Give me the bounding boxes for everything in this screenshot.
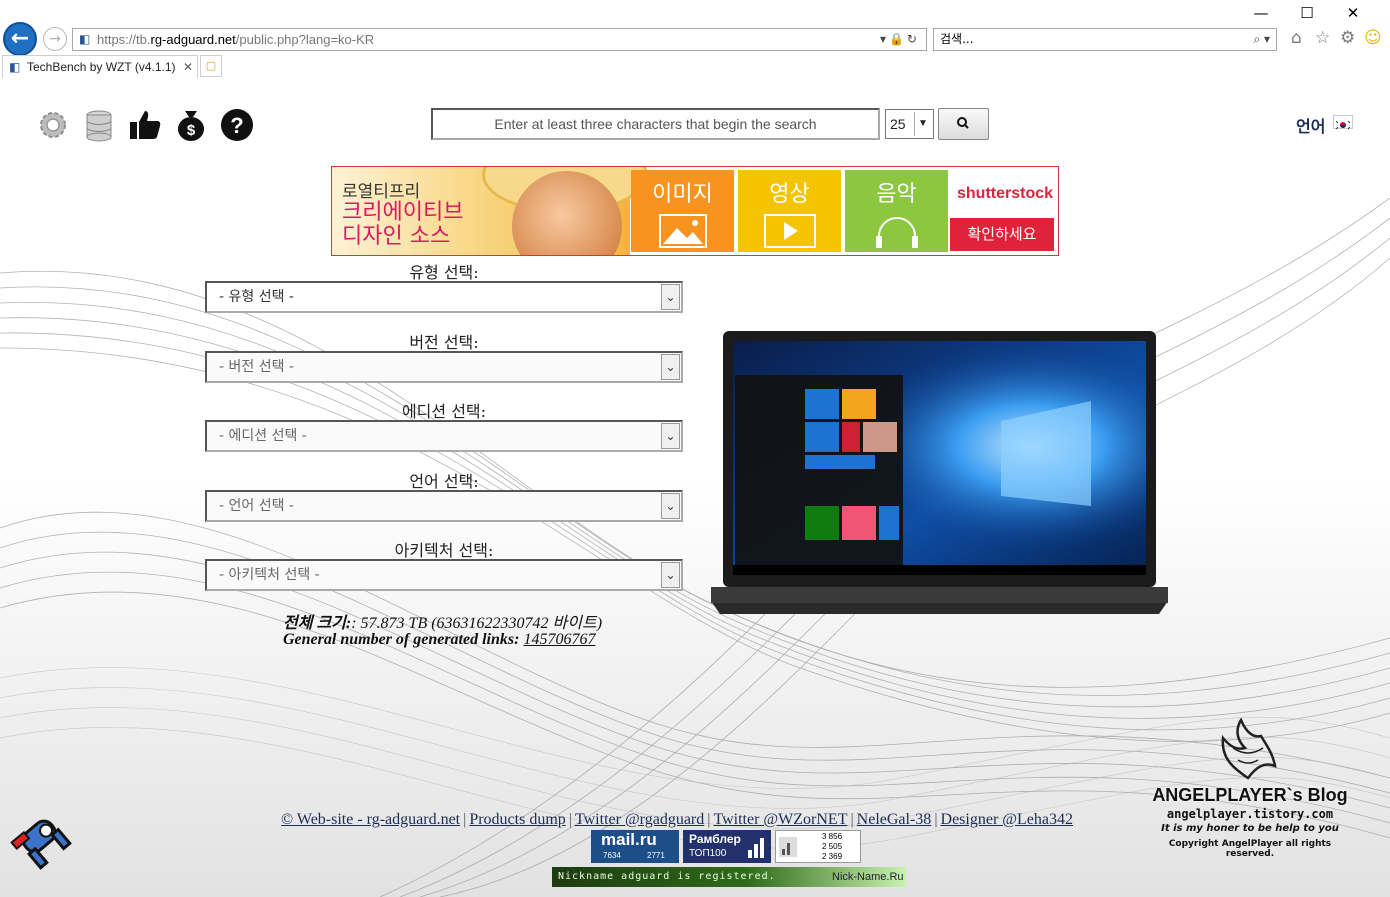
version-select[interactable]: - 버전 선택 - ⌄ xyxy=(205,351,683,383)
favorites-star-icon[interactable]: ☆ xyxy=(1315,28,1330,48)
counter-chart-icon xyxy=(779,837,797,857)
rambler-top100-counter[interactable]: Рамблер ТОП100 xyxy=(683,830,771,863)
windows-laptop-image xyxy=(711,331,1168,614)
footer-link-nelegal[interactable]: NeleGal-38 xyxy=(857,811,932,828)
back-button[interactable]: ← xyxy=(3,22,37,56)
footer-link-products-dump[interactable]: Products dump xyxy=(469,811,565,828)
liveinternet-counter[interactable]: 3 856 2 505 2 369 xyxy=(775,830,861,863)
edition-select[interactable]: - 에디션 선택 - ⌄ xyxy=(205,420,683,452)
chevron-down-icon: ⌄ xyxy=(661,493,680,519)
edition-select-label: 에디션 선택: xyxy=(401,402,487,421)
banner-tile-music[interactable]: 음악 xyxy=(845,170,948,252)
browser-chrome: — ☐ ✕ ← → ◧ https://tb.rg-adguard.net/publ… xyxy=(0,0,1390,78)
shutterstock-ad-banner[interactable]: 로열티프리 크리에이티브 디자인 소스 이미지 영상 음악 shutterstoc… xyxy=(331,166,1059,256)
angelplayer-blog-signature: ANGELPLAYER`s Blog angelplayer.tistory.c… xyxy=(1145,718,1355,859)
home-icon[interactable]: ⌂ xyxy=(1291,28,1302,48)
language-select[interactable]: - 언어 선택 - ⌄ xyxy=(205,490,683,522)
angel-wings-logo-icon xyxy=(1221,718,1277,780)
search-icon xyxy=(957,117,969,129)
mailru-counter[interactable]: mail.ru 7634 2771 xyxy=(591,830,679,863)
bar-chart-icon xyxy=(748,838,764,858)
tab-title: TechBench by WZT (v4.1.1) xyxy=(27,60,176,74)
maximize-icon[interactable]: ☐ xyxy=(1284,4,1330,22)
database-icon[interactable] xyxy=(81,107,117,143)
chevron-down-icon: ⌄ xyxy=(661,354,680,380)
window-controls: — ☐ ✕ xyxy=(1238,4,1376,22)
links-count-link[interactable]: 145706767 xyxy=(523,631,595,648)
chevron-down-icon: ⌄ xyxy=(661,562,680,588)
url-text: https://tb.rg-adguard.net/public.php?lan… xyxy=(97,32,375,47)
video-play-icon xyxy=(763,214,816,248)
results-count-select[interactable]: 25 ▼ xyxy=(885,109,934,139)
svg-text:$: $ xyxy=(187,122,196,139)
banner-tagline: 로열티프리 xyxy=(342,182,421,202)
chevron-down-icon: ⌄ xyxy=(661,284,680,310)
help-question-icon[interactable]: ? xyxy=(219,107,255,143)
banner-tile-video[interactable]: 영상 xyxy=(738,170,841,252)
shutterstock-logo: shutterstock xyxy=(957,185,1054,202)
footer-link-twitter-rgadguard[interactable]: Twitter @rgadguard xyxy=(575,811,704,828)
type-select-label: 유형 선택: xyxy=(409,263,479,282)
page-content: $ ? Enter at least three characters that… xyxy=(0,78,1390,897)
total-size-text: 전체 크기:: 57.873 TB (63631622330742 바이트) xyxy=(283,615,603,632)
smiley-feedback-icon[interactable]: ☺ xyxy=(1364,28,1382,48)
lock-refresh-icons[interactable]: ▾🔒↻ xyxy=(880,29,920,50)
headphones-icon xyxy=(875,217,918,248)
chevron-down-icon: ⌄ xyxy=(661,423,680,449)
banner-tile-images[interactable]: 이미지 xyxy=(631,170,734,252)
thumbs-up-icon[interactable] xyxy=(127,107,163,143)
generated-links-text: General number of generated links: 14570… xyxy=(283,631,596,648)
tab-favicon-icon: ◧ xyxy=(9,60,21,74)
footer-link-website[interactable]: © Web-site - rg-adguard.net xyxy=(281,811,460,828)
language-link[interactable]: 언어 xyxy=(1296,113,1325,137)
architecture-select-label: 아키텍처 선택: xyxy=(394,541,494,560)
korea-flag-icon[interactable] xyxy=(1333,115,1353,130)
version-select-label: 버전 선택: xyxy=(409,333,479,352)
browser-tab[interactable]: ◧ TechBench by WZT (v4.1.1) ✕ xyxy=(2,55,198,78)
footer-link-twitter-wzornet[interactable]: Twitter @WZorNET xyxy=(713,811,847,828)
svg-text:?: ? xyxy=(230,113,243,138)
browser-search-input[interactable]: 검색... ⌕ ▾ xyxy=(933,28,1277,51)
image-icon xyxy=(658,214,707,248)
footer-link-designer[interactable]: Designer @Leha342 xyxy=(941,811,1073,828)
architecture-select[interactable]: - 아키텍처 선택 - ⌄ xyxy=(205,559,683,591)
nickname-registered-banner[interactable]: Nickname adguard is registered. Nick-Nam… xyxy=(552,867,906,887)
search-button[interactable] xyxy=(938,108,989,140)
settings-gear-icon[interactable]: ⚙ xyxy=(1340,28,1355,48)
rocket-mascot-icon xyxy=(10,819,72,870)
type-select[interactable]: - 유형 선택 - ⌄ xyxy=(205,281,683,313)
forward-button[interactable]: → xyxy=(43,27,67,51)
product-search-input[interactable]: Enter at least three characters that beg… xyxy=(431,108,880,140)
money-bag-icon[interactable]: $ xyxy=(173,107,209,143)
banner-headline: 크리에이티브 디자인 소스 xyxy=(342,200,464,249)
site-favicon-icon: ◧ xyxy=(79,32,91,46)
search-icon[interactable]: ⌕ ▾ xyxy=(1253,29,1270,50)
new-tab-button[interactable]: ▢ xyxy=(200,55,222,77)
close-window-icon[interactable]: ✕ xyxy=(1330,4,1376,22)
minimize-icon[interactable]: — xyxy=(1238,4,1284,22)
language-select-label: 언어 선택: xyxy=(409,472,479,491)
chevron-down-icon: ▼ xyxy=(914,112,931,136)
banner-cta-button[interactable]: 확인하세요 xyxy=(950,218,1054,251)
close-tab-icon[interactable]: ✕ xyxy=(183,56,193,78)
footer-links: © Web-site - rg-adguard.net | Products dum… xyxy=(281,811,1073,828)
settings-gear-icon[interactable] xyxy=(35,107,71,143)
address-bar[interactable]: ◧ https://tb.rg-adguard.net/public.php?l… xyxy=(72,28,927,51)
